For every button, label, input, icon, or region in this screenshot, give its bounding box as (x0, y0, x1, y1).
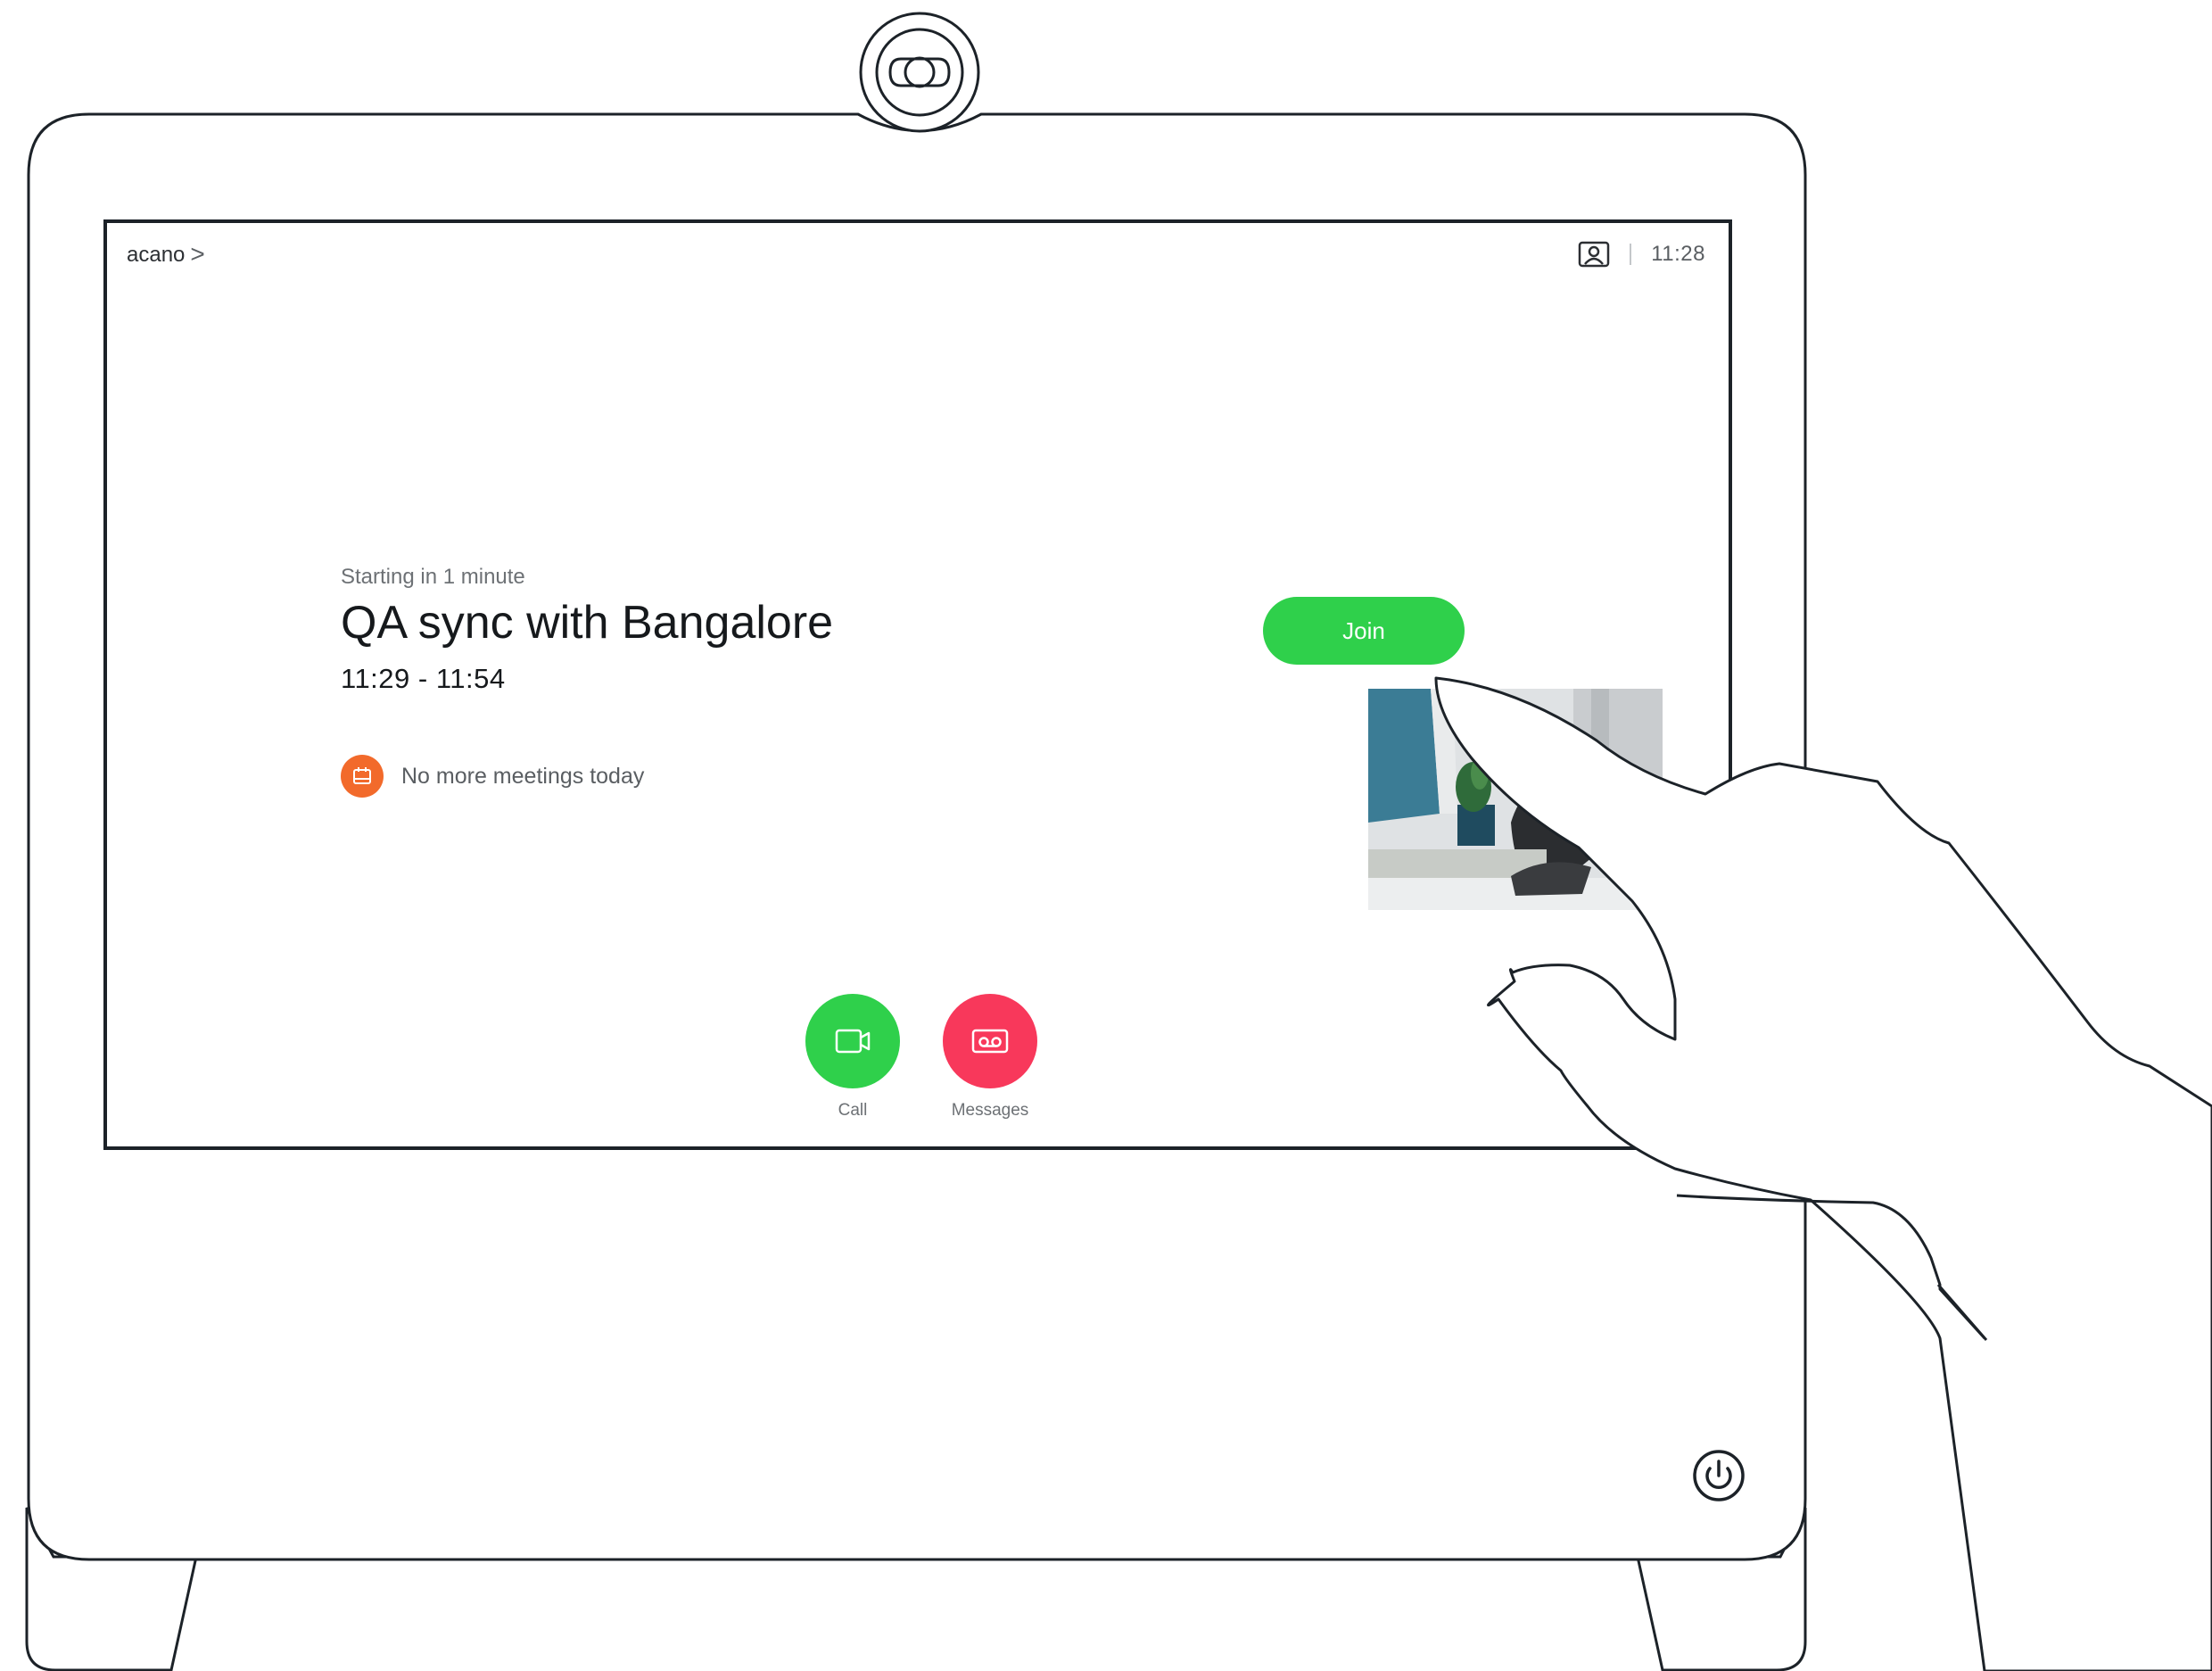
no-more-meetings-text: No more meetings today (401, 763, 645, 789)
status-bar: 11:28 (1578, 241, 1705, 268)
call-button[interactable] (805, 994, 900, 1088)
video-camera-icon (835, 1029, 871, 1054)
call-label: Call (838, 1101, 868, 1120)
power-icon[interactable] (1692, 1449, 1746, 1502)
divider (1630, 244, 1632, 265)
meeting-title: QA sync with Bangalore (341, 597, 834, 649)
messages-action: Messages (932, 994, 1048, 1121)
site-name-menu[interactable]: acano > (127, 240, 205, 268)
no-more-meetings-row: No more meetings today (341, 755, 644, 798)
clock: 11:28 (1651, 242, 1705, 266)
voicemail-icon (971, 1029, 1009, 1054)
self-view-preview (1368, 689, 1663, 910)
meeting-status: Starting in 1 minute (341, 565, 525, 589)
chevron-right-icon: > (190, 240, 205, 268)
touch-screen: acano > 11:28 Starting in 1 minute QA sy… (103, 219, 1732, 1150)
messages-label: Messages (951, 1101, 1029, 1120)
camera-icon (859, 12, 980, 133)
site-name-label: acano (127, 243, 186, 267)
messages-button[interactable] (943, 994, 1037, 1088)
call-action: Call (795, 994, 911, 1121)
join-button[interactable]: Join (1263, 597, 1465, 665)
self-view-icon[interactable] (1578, 241, 1610, 268)
calendar-icon (341, 755, 384, 798)
meeting-time-range: 11:29 - 11:54 (341, 663, 506, 694)
